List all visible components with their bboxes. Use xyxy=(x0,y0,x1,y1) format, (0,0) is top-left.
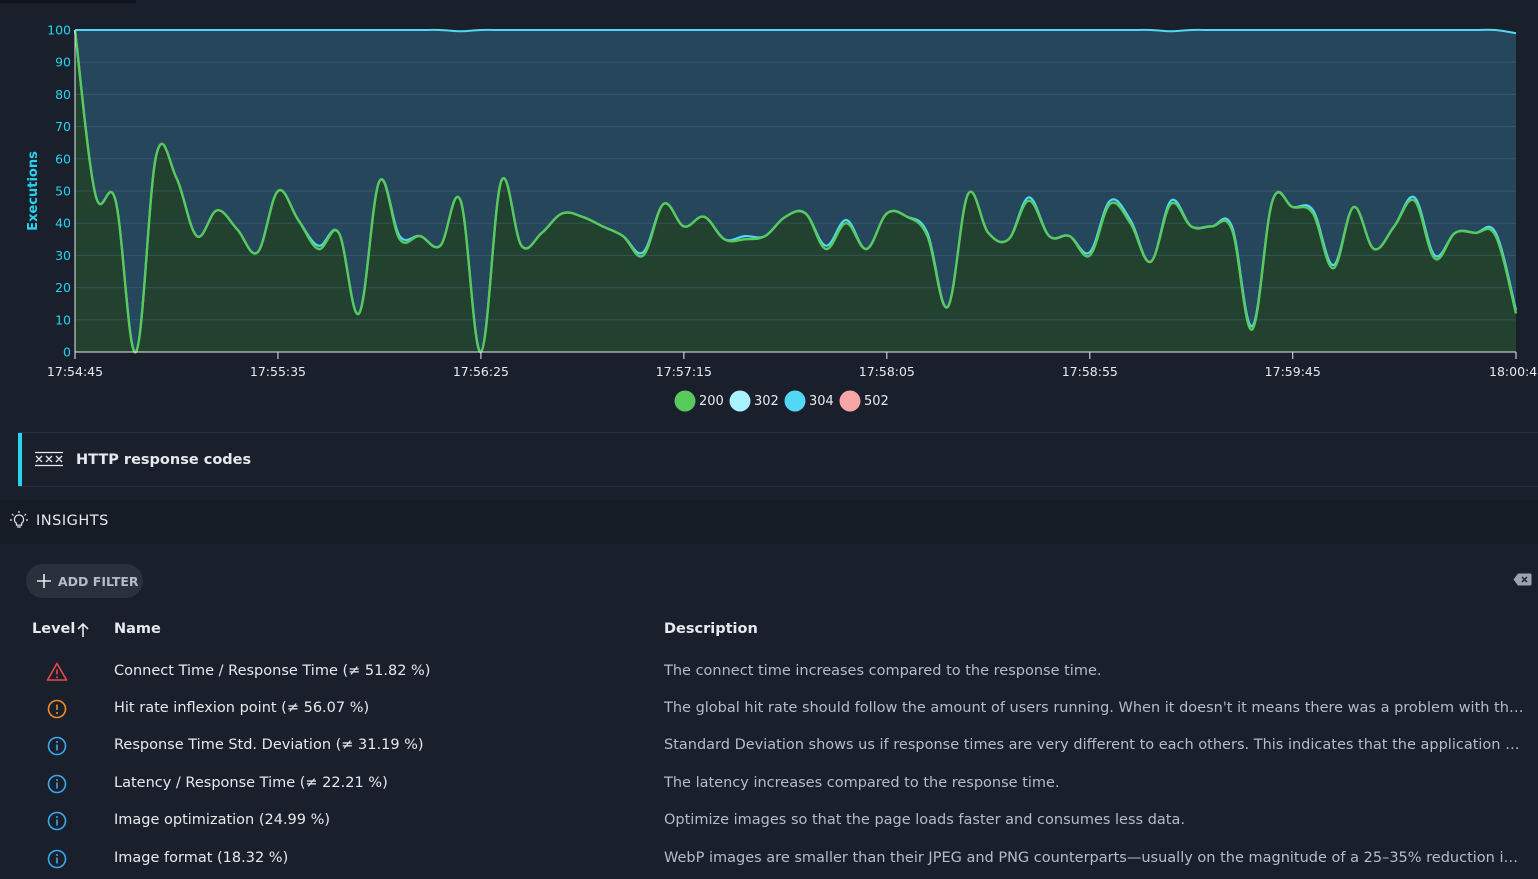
legend-marker-200[interactable] xyxy=(674,390,696,412)
y-tick-label: 70 xyxy=(55,119,71,134)
insights-title: INSIGHTS xyxy=(36,513,109,529)
add-filter-button[interactable]: ADD FILTER xyxy=(26,564,143,598)
x-tick-label: 17:54:45 xyxy=(47,364,103,379)
caution-icon xyxy=(47,699,67,719)
insight-name: Latency / Response Time (≠ 22.21 %) xyxy=(114,775,388,791)
http-codes-icon xyxy=(35,451,63,467)
info-icon xyxy=(47,736,67,756)
insight-description: The global hit rate should follow the am… xyxy=(664,700,1526,716)
legend-label-200[interactable]: 200 xyxy=(699,394,724,409)
table-row[interactable]: Image optimization (24.99 %) Optimize im… xyxy=(0,804,1538,841)
y-tick-label: 40 xyxy=(55,216,71,231)
x-tick-label: 17:58:05 xyxy=(859,364,915,379)
executions-chart: 0 10 20 30 40 50 60 70 80 90 100 Executions 17:54:45… xyxy=(0,0,1538,430)
y-tick-label: 60 xyxy=(55,151,71,166)
lightbulb-icon xyxy=(10,511,28,528)
x-tick-label: 17:57:15 xyxy=(656,364,712,379)
chart-canvas: 0 10 20 30 40 50 60 70 80 90 100 Executions 17:54:45… xyxy=(0,0,1538,412)
column-header-description[interactable]: Description xyxy=(664,621,758,637)
http-response-codes-section[interactable]: HTTP response codes xyxy=(18,432,1538,487)
y-tick-label: 0 xyxy=(63,345,71,360)
plus-icon xyxy=(37,574,51,588)
y-tick-label: 90 xyxy=(55,55,71,70)
y-tick-label: 20 xyxy=(55,280,71,295)
warning-icon xyxy=(46,662,68,681)
insight-name: Hit rate inflexion point (≠ 56.07 %) xyxy=(114,700,370,716)
x-tick-label: 17:56:25 xyxy=(453,364,509,379)
y-tick-label: 10 xyxy=(55,312,71,327)
table-row[interactable]: Connect Time / Response Time (≠ 51.82 %)… xyxy=(0,655,1538,692)
insight-description: Standard Deviation shows us if response … xyxy=(664,737,1526,753)
column-header-name[interactable]: Name xyxy=(114,621,161,637)
clear-filter-icon[interactable] xyxy=(1513,573,1532,586)
y-tick-label: 50 xyxy=(55,184,71,199)
section-title: HTTP response codes xyxy=(76,452,252,468)
legend-label-502[interactable]: 502 xyxy=(864,394,889,409)
insight-name: Response Time Std. Deviation (≠ 31.19 %) xyxy=(114,737,424,753)
add-filter-label: ADD FILTER xyxy=(58,574,139,589)
insight-description: The latency increases compared to the re… xyxy=(664,775,1060,791)
legend-label-302[interactable]: 302 xyxy=(754,394,779,409)
x-tick-label: 17:55:35 xyxy=(250,364,306,379)
table-row[interactable]: Response Time Std. Deviation (≠ 31.19 %)… xyxy=(0,729,1538,766)
table-row[interactable]: Hit rate inflexion point (≠ 56.07 %) The… xyxy=(0,692,1538,729)
insight-name: Image format (18.32 %) xyxy=(114,850,289,866)
y-tick-label: 30 xyxy=(55,248,71,263)
legend-marker-302[interactable] xyxy=(729,390,751,412)
x-tick-label: 17:58:55 xyxy=(1062,364,1118,379)
insight-description: Optimize images so that the page loads f… xyxy=(664,812,1185,828)
y-axis-title: Executions xyxy=(26,151,41,231)
table-row[interactable]: Latency / Response Time (≠ 22.21 %) The … xyxy=(0,767,1538,804)
insight-description: WebP images are smaller than their JPEG … xyxy=(664,850,1526,866)
column-header-level[interactable]: Level xyxy=(32,621,75,637)
insight-name: Connect Time / Response Time (≠ 51.82 %) xyxy=(114,663,431,679)
insights-header: INSIGHTS xyxy=(0,500,1538,544)
x-tick-label: 18:00:45 xyxy=(1489,364,1538,379)
legend-label-304[interactable]: 304 xyxy=(809,394,834,409)
insight-description: The connect time increases compared to t… xyxy=(664,663,1102,679)
y-tick-label: 100 xyxy=(47,23,71,38)
info-icon xyxy=(47,774,67,794)
legend-marker-502[interactable] xyxy=(839,390,861,412)
section-accent-bar xyxy=(18,433,22,486)
info-icon xyxy=(47,849,67,869)
info-icon xyxy=(47,811,67,831)
insight-name: Image optimization (24.99 %) xyxy=(114,812,331,828)
legend-marker-304[interactable] xyxy=(784,390,806,412)
y-tick-label: 80 xyxy=(55,87,71,102)
sort-ascending-icon[interactable] xyxy=(76,622,90,638)
x-tick-label: 17:59:45 xyxy=(1265,364,1321,379)
table-row[interactable]: Image format (18.32 %) WebP images are s… xyxy=(0,842,1538,879)
top-tab-indicator xyxy=(0,0,136,3)
